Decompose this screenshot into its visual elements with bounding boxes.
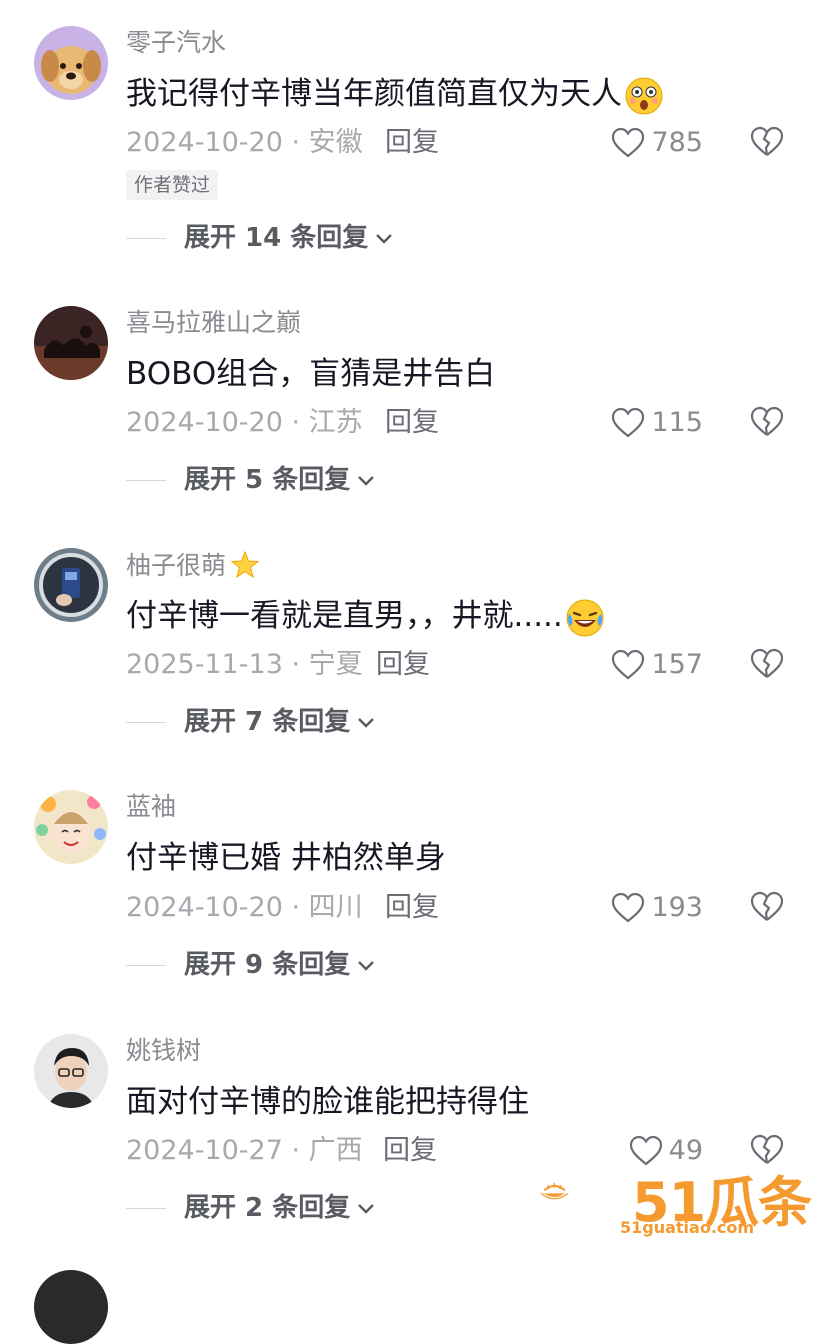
comment-text: 我记得付辛博当年颜值简直仅为天人: [126, 74, 664, 116]
divider: [126, 1207, 166, 1209]
avatar[interactable]: [34, 1270, 108, 1344]
divider: [126, 479, 166, 481]
broken-heart-icon: [750, 648, 784, 678]
like-button[interactable]: 115: [611, 406, 703, 440]
avatar[interactable]: [34, 26, 108, 100]
broken-heart-icon: [750, 126, 784, 156]
reply-button[interactable]: 回复: [385, 406, 439, 440]
expand-replies-label: 展开 14 条回复: [184, 223, 369, 253]
expand-replies-button[interactable]: 展开 14 条回复: [126, 222, 394, 254]
expand-replies-button[interactable]: 展开 5 条回复: [126, 464, 376, 496]
username[interactable]: 姚钱树: [126, 1036, 201, 1066]
username[interactable]: 蓝袖: [126, 792, 176, 822]
expand-replies-button[interactable]: 展开 7 条回复: [126, 706, 376, 738]
comment-text-content: 我记得付辛博当年颜值简直仅为天人: [126, 76, 622, 112]
avatar[interactable]: [34, 1034, 108, 1108]
expand-replies-label: 展开 5 条回复: [184, 465, 351, 495]
comment-text: 付辛博一看就是直男，，井就.....: [126, 596, 605, 638]
dislike-button[interactable]: [750, 891, 784, 923]
author-liked-badge: 作者赞过: [126, 170, 219, 200]
heart-icon: [612, 892, 645, 923]
broken-heart-icon: [750, 891, 784, 921]
divider: [126, 964, 166, 966]
watermelon-logo-icon: [540, 1182, 570, 1200]
username[interactable]: 柚子很萌: [126, 550, 260, 581]
heart-icon: [612, 649, 645, 680]
expand-replies-button[interactable]: 展开 9 条回复: [126, 949, 376, 981]
comment-text: 面对付辛博的脸谁能把持得住: [126, 1084, 529, 1120]
like-count: 785: [651, 127, 703, 158]
comment-meta: 2024-10-20 · 江苏: [126, 407, 363, 438]
chevron-down-icon: [358, 1204, 375, 1214]
username[interactable]: 零子汽水: [126, 28, 226, 58]
divider: [126, 237, 166, 239]
reply-button[interactable]: 回复: [385, 126, 439, 160]
dislike-button[interactable]: [750, 648, 784, 680]
comment-text: BOBO组合，盲猜是井告白: [126, 356, 496, 392]
username-text: 柚子很萌: [126, 551, 227, 580]
avatar[interactable]: [34, 790, 108, 864]
star-badge-icon: [230, 550, 260, 579]
like-count: 157: [651, 649, 703, 680]
broken-heart-icon: [750, 406, 784, 436]
watermark-url: 51guatiao.com: [620, 1218, 755, 1237]
comment-text-content: 付辛博一看就是直男，，井就.....: [126, 598, 563, 634]
like-button[interactable]: 785: [611, 126, 703, 160]
comment-meta: 2024-10-27 · 广西: [126, 1135, 363, 1166]
expand-replies-label: 展开 7 条回复: [184, 707, 351, 737]
dislike-button[interactable]: [750, 126, 784, 158]
username[interactable]: 喜马拉雅山之巅: [126, 308, 301, 338]
chevron-down-icon: [358, 718, 375, 728]
dislike-button[interactable]: [750, 406, 784, 438]
divider: [126, 721, 166, 723]
like-button[interactable]: 157: [611, 648, 703, 682]
like-count: 193: [651, 892, 703, 923]
chevron-down-icon: [376, 234, 393, 244]
laugh-cry-emoji-icon: [566, 599, 604, 636]
comment-meta: 2024-10-20 · 四川: [126, 892, 363, 923]
comment-meta: 2025-11-13 · 宁夏: [126, 649, 363, 680]
expand-replies-button[interactable]: 展开 2 条回复: [126, 1192, 376, 1224]
avatar[interactable]: [34, 306, 108, 380]
chevron-down-icon: [358, 476, 375, 486]
chevron-down-icon: [358, 961, 375, 971]
like-button[interactable]: 193: [611, 891, 703, 925]
reply-button[interactable]: 回复: [385, 891, 439, 925]
expand-replies-label: 展开 9 条回复: [184, 950, 351, 980]
shocked-emoji-icon: [625, 77, 663, 114]
comment-meta: 2024-10-20 · 安徽: [126, 127, 363, 158]
like-count: 115: [651, 407, 703, 438]
expand-replies-label: 展开 2 条回复: [184, 1193, 351, 1223]
avatar[interactable]: [34, 548, 108, 622]
reply-button[interactable]: 回复: [383, 1134, 437, 1168]
heart-icon: [612, 127, 645, 158]
heart-icon: [612, 407, 645, 438]
reply-button[interactable]: 回复: [376, 648, 430, 682]
comment-text: 付辛博已婚 井柏然单身: [126, 840, 446, 876]
